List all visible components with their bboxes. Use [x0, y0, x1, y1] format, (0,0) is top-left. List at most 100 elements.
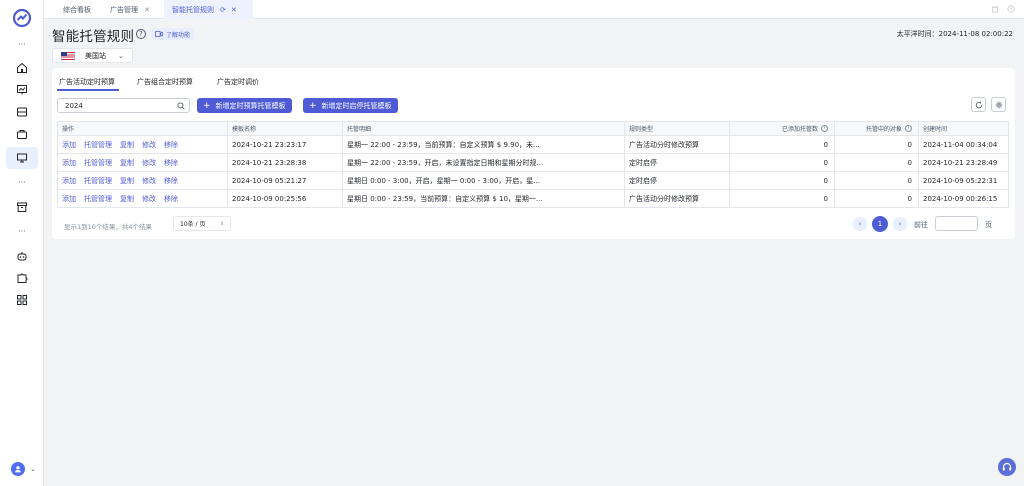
rule-type-cell: 定时启停: [625, 154, 730, 171]
goto-page-input[interactable]: [935, 216, 978, 231]
edit-action-link[interactable]: 修改: [142, 158, 156, 168]
pacific-time: 太平洋时间：2024-11-08 02:00:22: [896, 30, 1013, 38]
table-row: 添加 托管管理 复制 修改 移除 2024-10-09 00:25:56 星期日 0:00 …: [57, 190, 1009, 208]
tabbar-actions: [990, 4, 1016, 14]
puzzle-icon[interactable]: [15, 271, 29, 285]
detail-cell: 星期日 0:00 - 3:00，开启，星期一 0:00 - 3:00，开启，星.…: [343, 172, 625, 189]
us-flag-icon: [61, 51, 75, 60]
refresh-icon[interactable]: ⟳: [220, 6, 226, 14]
info-icon[interactable]: i: [821, 125, 828, 132]
learn-feature-label: 了解功能: [166, 31, 191, 39]
button-label: 新增定时启停托管模板: [321, 101, 392, 110]
home-icon[interactable]: [15, 61, 29, 75]
edit-action-link[interactable]: 修改: [142, 176, 156, 186]
goto-label: 前往: [914, 221, 928, 229]
rules-card: 广告活动定时预算 广告组合定时预算 广告定时调价 2024 + 新增定时预算托管…: [52, 68, 1015, 239]
user-avatar[interactable]: [11, 462, 25, 476]
add-budget-template-button[interactable]: + 新增定时预算托管模板: [197, 98, 292, 113]
add-action-link[interactable]: 添加: [62, 158, 76, 168]
subtab-campaign-budget[interactable]: 广告活动定时预算: [59, 77, 115, 87]
button-label: 新增定时预算托管模板: [215, 101, 286, 110]
tab-label: 综合看板: [63, 5, 91, 14]
search-input[interactable]: 2024: [57, 98, 190, 113]
store-selector[interactable]: 美国站 ⌄: [52, 48, 133, 63]
manage-action-link[interactable]: 托管管理: [84, 194, 112, 204]
monitor-icon[interactable]: [15, 151, 29, 165]
header-created-time: 创建时间: [919, 122, 1009, 135]
chevron-down-icon: ⌄: [118, 51, 124, 60]
added-count-cell: 0: [730, 154, 835, 171]
subtab-portfolio-budget[interactable]: 广告组合定时预算: [137, 77, 193, 87]
remove-action-link[interactable]: 移除: [164, 158, 178, 168]
manage-action-link[interactable]: 托管管理: [84, 140, 112, 150]
edit-action-link[interactable]: 修改: [142, 194, 156, 204]
close-icon[interactable]: ✕: [231, 6, 237, 14]
prev-page-button[interactable]: ‹: [853, 217, 867, 231]
chevron-down-icon[interactable]: ⌄: [30, 465, 36, 473]
customer-support-button[interactable]: [998, 458, 1016, 476]
table-row: 添加 托管管理 复制 修改 移除 2024-10-21 23:28:38 星期一 22:00…: [57, 154, 1009, 172]
tab-dashboard[interactable]: 综合看板: [54, 0, 104, 19]
tab-bar: 综合看板 广告管理 ✕ 智能托管规则 ⟳ ✕: [44, 0, 1024, 19]
tab-smart-rules[interactable]: 智能托管规则 ⟳ ✕: [164, 0, 253, 19]
detail-cell: 星期一 22:00 - 23:59，开启，未设置指定日期和星期分时规...: [343, 154, 625, 171]
header-added-count: 已添加托管数 i: [730, 122, 835, 135]
actions-cell: 添加 托管管理 复制 修改 移除: [57, 172, 228, 189]
template-name-cell: 2024-10-09 00:25:56: [228, 190, 343, 207]
settings-button[interactable]: [991, 97, 1006, 112]
copy-action-link[interactable]: 复制: [120, 140, 134, 150]
learn-feature-button[interactable]: 了解功能: [151, 28, 195, 40]
tab-ad-management[interactable]: 广告管理 ✕: [104, 0, 157, 19]
page-size-select[interactable]: 10条 / 页 ⇕: [173, 216, 231, 231]
clock-icon[interactable]: [1006, 4, 1016, 14]
manage-action-link[interactable]: 托管管理: [84, 176, 112, 186]
header-rule-type: 规则类型: [625, 122, 730, 135]
created-time-cell: 2024-11-04 00:34:04: [919, 136, 1009, 153]
created-time-cell: 2024-10-21 23:28:49: [919, 154, 1009, 171]
header-detail: 托管明细: [343, 122, 625, 135]
template-name-cell: 2024-10-21 23:28:38: [228, 154, 343, 171]
remove-action-link[interactable]: 移除: [164, 176, 178, 186]
inbox-icon[interactable]: [15, 105, 29, 119]
tab-label: 广告管理: [110, 5, 138, 14]
add-action-link[interactable]: 添加: [62, 194, 76, 204]
subtab-scheduled-bid[interactable]: 广告定时调价: [217, 77, 259, 87]
add-startstop-template-button[interactable]: + 新增定时启停托管模板: [303, 98, 398, 113]
plus-icon: +: [203, 100, 211, 111]
box-icon[interactable]: [15, 200, 29, 214]
actions-cell: 添加 托管管理 复制 修改 移除: [57, 154, 228, 171]
table-row: 添加 托管管理 复制 修改 移除 2024-10-09 05:21:27 星期日 0:00 …: [57, 172, 1009, 190]
copy-action-link[interactable]: 复制: [120, 176, 134, 186]
close-icon[interactable]: ✕: [144, 6, 150, 14]
current-page-button[interactable]: 1: [872, 216, 888, 232]
add-action-link[interactable]: 添加: [62, 140, 76, 150]
ads-icon[interactable]: [15, 83, 29, 97]
more-dots-icon: ···: [18, 40, 26, 49]
refresh-button[interactable]: [971, 97, 986, 112]
more-dots-icon: ···: [18, 178, 26, 187]
app-logo-icon[interactable]: [12, 8, 32, 28]
manage-action-link[interactable]: 托管管理: [84, 158, 112, 168]
remove-action-link[interactable]: 移除: [164, 194, 178, 204]
added-count-cell: 0: [730, 172, 835, 189]
edit-action-link[interactable]: 修改: [142, 140, 156, 150]
pagination-info: 显示1到10个结果，共4个结果: [64, 223, 153, 231]
bag-icon[interactable]: [15, 127, 29, 141]
header-label: 已添加托管数: [781, 126, 818, 133]
added-count-cell: 0: [730, 136, 835, 153]
next-page-button[interactable]: ›: [893, 217, 907, 231]
robot-icon[interactable]: [15, 249, 29, 263]
help-icon[interactable]: ?: [136, 29, 146, 39]
header-template-name: 模板名称: [228, 122, 343, 135]
page-title: 智能托管规则: [52, 29, 135, 45]
video-icon: [155, 31, 163, 37]
copy-action-link[interactable]: 复制: [120, 194, 134, 204]
apps-grid-icon[interactable]: [15, 293, 29, 307]
info-icon[interactable]: i: [905, 125, 912, 132]
add-action-link[interactable]: 添加: [62, 176, 76, 186]
select-arrows-icon: ⇕: [219, 220, 224, 227]
remove-action-link[interactable]: 移除: [164, 140, 178, 150]
copy-action-link[interactable]: 复制: [120, 158, 134, 168]
search-icon[interactable]: [177, 102, 185, 110]
trash-icon[interactable]: [990, 4, 1000, 14]
